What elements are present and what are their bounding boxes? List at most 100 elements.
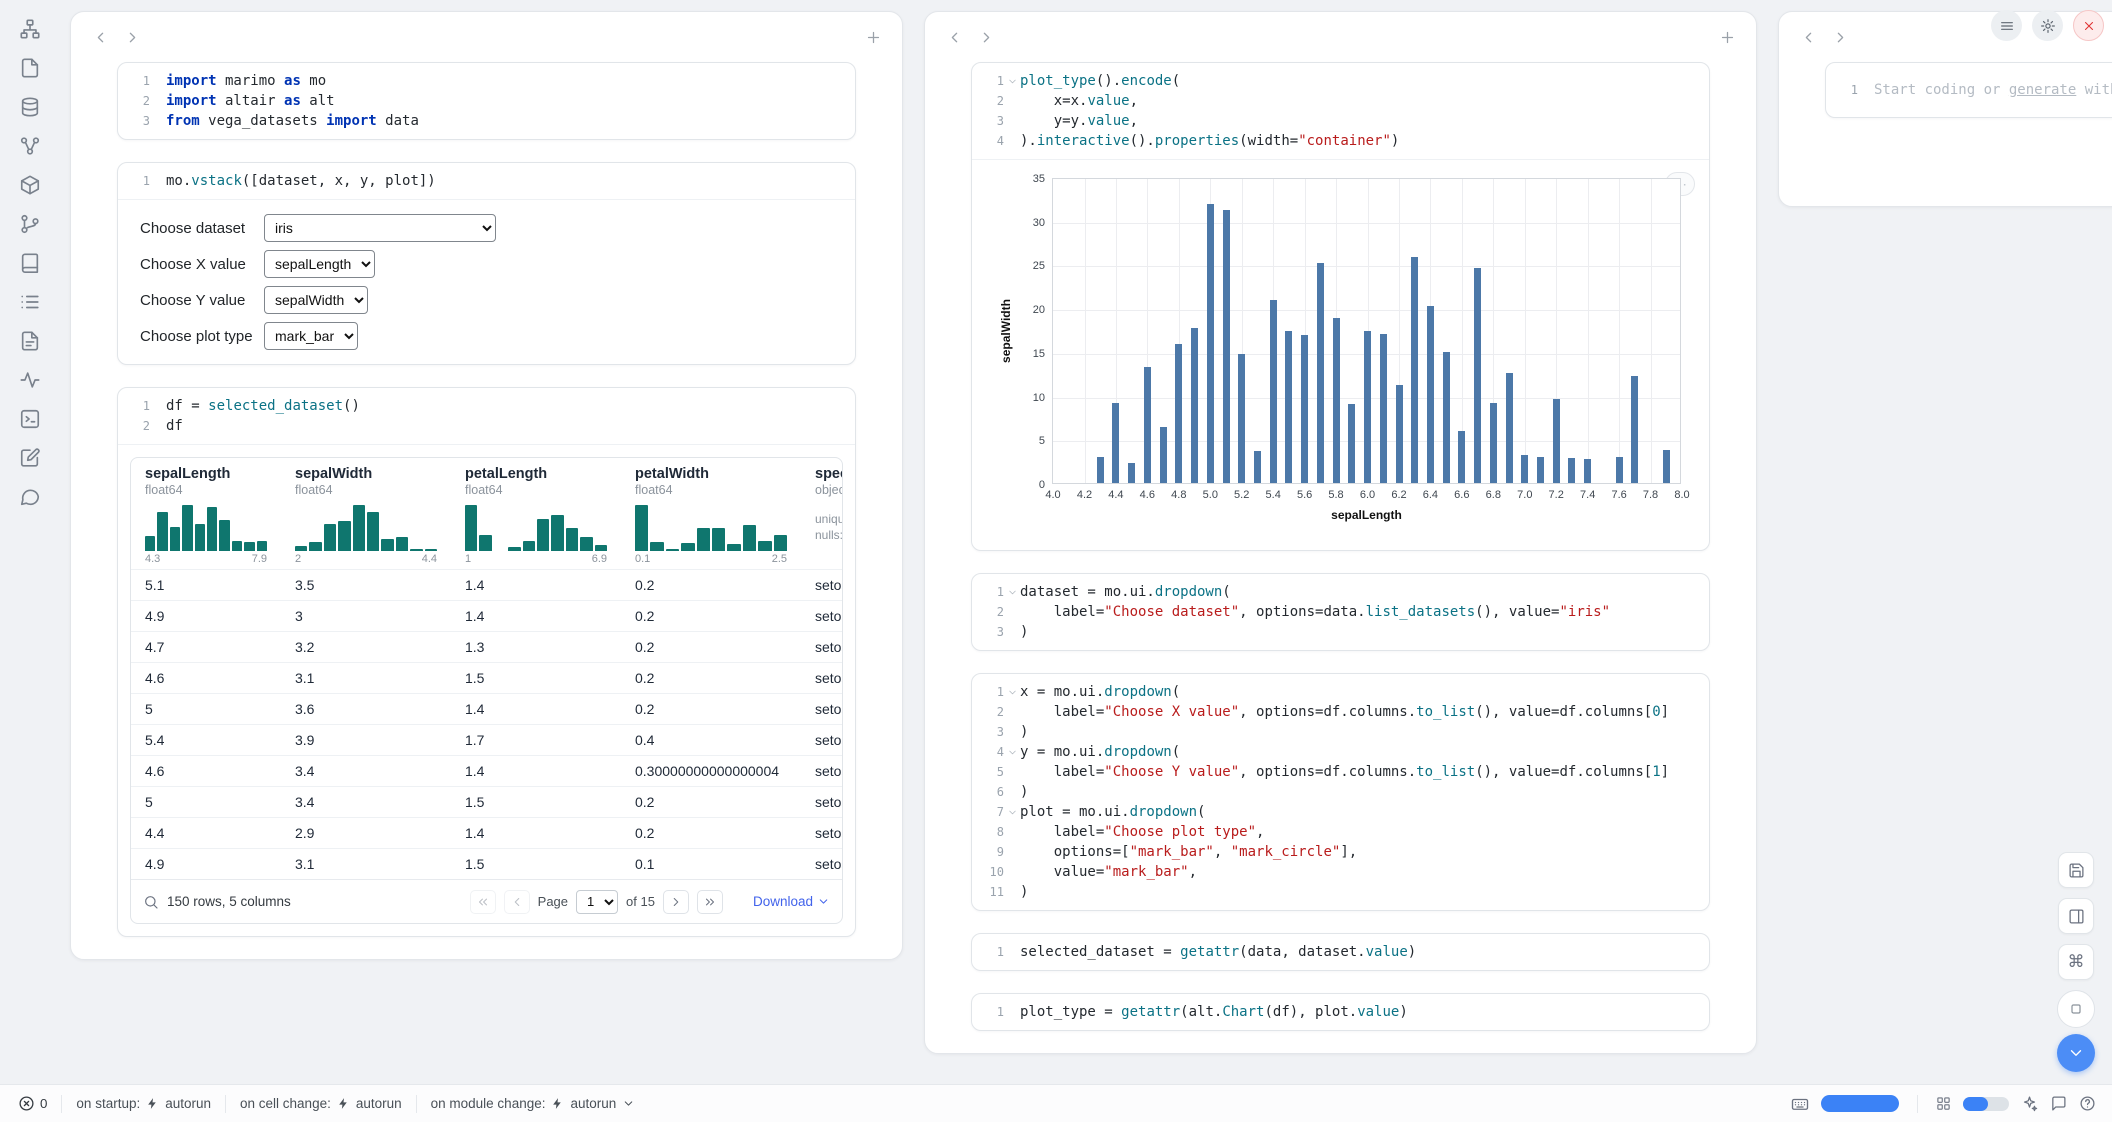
first-page-button[interactable]: [470, 890, 496, 914]
fold-slot: [1004, 131, 1020, 151]
next-page-button[interactable]: [663, 890, 689, 914]
notebook-menu-button[interactable]: [1991, 10, 2022, 41]
dependencies-button[interactable]: [17, 211, 43, 237]
column-header[interactable]: speciesobjectunique:nulls:: [801, 458, 842, 570]
packages-button[interactable]: [17, 172, 43, 198]
dropdown-select[interactable]: sepalLength: [264, 250, 375, 278]
editor-width-toggle[interactable]: [1821, 1095, 1899, 1112]
keyboard-icon[interactable]: [1791, 1095, 1809, 1113]
scroll-to-bottom-button[interactable]: [2057, 1034, 2095, 1072]
column-header: [71, 12, 902, 62]
shutdown-button[interactable]: [2073, 10, 2104, 41]
settings-button[interactable]: [2032, 10, 2063, 41]
prev-page-button[interactable]: [504, 890, 530, 914]
page-select[interactable]: 1: [576, 890, 618, 914]
table-row[interactable]: 4.931.40.2setosa: [131, 601, 842, 632]
on-cell-change-setting[interactable]: on cell change: autorun: [232, 1096, 410, 1111]
outline-button[interactable]: [17, 289, 43, 315]
cell-editor[interactable]: 1Start coding or generate with AI.: [1826, 63, 2112, 117]
column-move-left-button[interactable]: [939, 22, 969, 52]
table-row[interactable]: 4.73.21.30.2setosa: [131, 632, 842, 663]
column-header[interactable]: sepalWidthfloat6424.4: [281, 458, 451, 570]
table-row[interactable]: 53.41.50.2setosa: [131, 787, 842, 818]
fold-slot: [150, 171, 166, 191]
add-cell-button[interactable]: [858, 22, 888, 52]
chart-plot-area[interactable]: 4.04.24.44.64.85.05.25.45.65.86.06.26.46…: [1052, 178, 1681, 484]
column-move-right-button[interactable]: [971, 22, 1001, 52]
generate-with-ai-link[interactable]: generate: [2009, 82, 2076, 98]
datasources-button[interactable]: [17, 94, 43, 120]
ui-scale-slider[interactable]: [1963, 1097, 2009, 1111]
fold-chevron-icon[interactable]: [1004, 682, 1020, 702]
column-header[interactable]: sepalLengthfloat644.37.9: [131, 458, 281, 570]
dropdown-select[interactable]: mark_bar: [264, 322, 358, 350]
panel-layout-button[interactable]: [2058, 898, 2094, 934]
cell-editor[interactable]: 1plot_type = getattr(alt.Chart(df), plot…: [972, 994, 1709, 1030]
x-tick-label: 5.4: [1266, 489, 1281, 501]
code-line: 1plot_type().encode(: [972, 71, 1699, 91]
ai-assist-icon[interactable]: [2021, 1095, 2038, 1112]
feedback-icon[interactable]: [2050, 1095, 2067, 1112]
grid-icon[interactable]: [1936, 1096, 1951, 1111]
fold-slot: [1004, 822, 1020, 842]
dropdown-control: Choose plot typemark_bar: [140, 322, 833, 350]
files-button[interactable]: [17, 55, 43, 81]
table-search-button[interactable]: [143, 894, 159, 910]
tracing-icon: [19, 369, 41, 391]
vega-chart[interactable]: ⋯sepalWidth4.04.24.44.64.85.05.25.45.65.…: [972, 160, 1709, 550]
table-row[interactable]: 4.63.11.50.2setosa: [131, 663, 842, 694]
x-tick-label: 5.8: [1328, 489, 1343, 501]
minimap-button[interactable]: [2057, 990, 2095, 1028]
add-cell-button[interactable]: [1712, 22, 1742, 52]
table-row[interactable]: 4.93.11.50.1setosa: [131, 849, 842, 880]
documentation-button[interactable]: [17, 250, 43, 276]
logs-button[interactable]: [17, 328, 43, 354]
on-module-change-setting[interactable]: on module change: autorun: [423, 1096, 644, 1111]
column-header[interactable]: petalWidthfloat640.12.5: [621, 458, 801, 570]
x-tick-label: 4.8: [1171, 489, 1186, 501]
table-row[interactable]: 4.42.91.40.2setosa: [131, 818, 842, 849]
y-tick-label: 15: [1033, 348, 1045, 360]
snippets-button[interactable]: [17, 406, 43, 432]
on-startup-setting[interactable]: on startup: autorun: [68, 1096, 219, 1111]
help-icon[interactable]: [2079, 1095, 2096, 1112]
cell-editor[interactable]: 1df = selected_dataset()2df: [118, 388, 855, 444]
scratchpad-button[interactable]: [17, 445, 43, 471]
column-move-right-button[interactable]: [1825, 22, 1855, 52]
divider: [61, 1095, 62, 1113]
fold-chevron-icon[interactable]: [1004, 582, 1020, 602]
cell-editor[interactable]: 1dataset = mo.ui.dropdown(2 label="Choos…: [972, 574, 1709, 650]
column-move-right-button[interactable]: [117, 22, 147, 52]
table-row[interactable]: 5.43.91.70.4setosa: [131, 725, 842, 756]
errors-badge[interactable]: 0: [10, 1095, 55, 1112]
dropdown-select[interactable]: sepalWidth: [264, 286, 368, 314]
cell-editor[interactable]: 1import marimo as mo2import altair as al…: [118, 63, 855, 139]
variables-button[interactable]: [17, 133, 43, 159]
column-header[interactable]: petalLengthfloat6416.9: [451, 458, 621, 570]
keyboard-shortcuts-button[interactable]: ⌘: [2058, 944, 2094, 980]
fold-chevron-icon[interactable]: [1004, 742, 1020, 762]
cell-editor[interactable]: 1mo.vstack([dataset, x, y, plot]): [118, 163, 855, 199]
cell-editor[interactable]: 1plot_type().encode(2 x=x.value,3 y=y.va…: [972, 63, 1709, 159]
cell-editor[interactable]: 1selected_dataset = getattr(data, datase…: [972, 934, 1709, 970]
column-move-left-button[interactable]: [85, 22, 115, 52]
download-button[interactable]: Download: [753, 894, 830, 909]
tracing-button[interactable]: [17, 367, 43, 393]
table-row[interactable]: 53.61.40.2setosa: [131, 694, 842, 725]
fold-chevron-icon[interactable]: [1004, 802, 1020, 822]
fold-chevron-icon[interactable]: [1004, 71, 1020, 91]
cell-editor[interactable]: 1x = mo.ui.dropdown(2 label="Choose X va…: [972, 674, 1709, 910]
table-of-contents-button[interactable]: [17, 16, 43, 42]
table-row[interactable]: 4.63.41.40.30000000000000004setosa: [131, 756, 842, 787]
packages-icon: [19, 174, 41, 196]
cell-output: sepalLengthfloat644.37.9sepalWidthfloat6…: [118, 444, 855, 924]
column-move-left-button[interactable]: [1793, 22, 1823, 52]
chart-bar: [1175, 344, 1182, 483]
column-dtype: float64: [635, 483, 787, 497]
y-tick-label: 0: [1039, 479, 1045, 491]
chat-button[interactable]: [17, 484, 43, 510]
last-page-button[interactable]: [697, 890, 723, 914]
table-row[interactable]: 5.13.51.40.2setosa: [131, 570, 842, 601]
save-button[interactable]: [2058, 852, 2094, 888]
dropdown-select[interactable]: iris: [264, 214, 496, 242]
